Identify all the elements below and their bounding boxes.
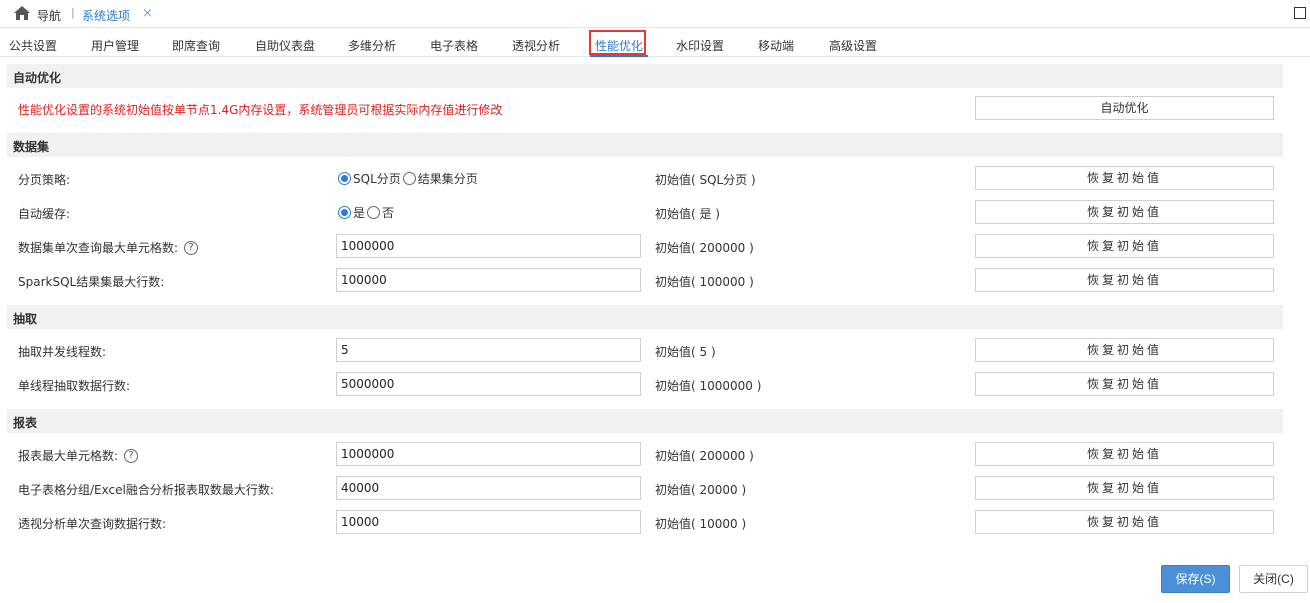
auto-cache-label: 自动缓存: (18, 207, 71, 221)
dataset-max-cells-init-value: 初始值( 200000 ) (655, 241, 754, 255)
active-tab-underline (590, 55, 648, 57)
pivot-rows-restore-button[interactable]: 恢复初始值 (975, 510, 1274, 534)
report-max-cells-restore-button[interactable]: 恢复初始值 (975, 442, 1274, 466)
paging-strategy-init-value: 初始值( SQL分页 ) (655, 173, 756, 187)
extract-rows-input[interactable] (336, 372, 641, 396)
tab-multidim-analysis[interactable]: 多维分析 (348, 37, 396, 54)
extract-rows-label: 单线程抽取数据行数: (18, 379, 131, 393)
tab-adhoc-query[interactable]: 即席查询 (172, 37, 220, 54)
extract-threads-input[interactable] (336, 338, 641, 362)
pivot-rows-init-value: 初始值( 10000 ) (655, 517, 747, 531)
home-icon[interactable] (14, 6, 30, 20)
nav-title[interactable]: 导航 (37, 7, 61, 24)
report-max-cells-init-value: 初始值( 200000 ) (655, 449, 754, 463)
tab-public-settings[interactable]: 公共设置 (9, 37, 57, 54)
excel-max-rows-label: 电子表格分组/Excel融合分析报表取数最大行数: (18, 483, 274, 497)
tab-pivot-analysis[interactable]: 透视分析 (512, 37, 560, 54)
tab-self-dashboard[interactable]: 自助仪表盘 (255, 37, 315, 54)
report-max-cells-input[interactable] (336, 442, 641, 466)
dataset-max-cells-input[interactable] (336, 234, 641, 258)
extract-threads-restore-button[interactable]: 恢复初始值 (975, 338, 1274, 362)
top-nav-bar: 导航 | 系统选项 × (0, 0, 1310, 28)
radio-cache-no[interactable] (367, 206, 381, 219)
spark-max-rows-init-value: 初始值( 100000 ) (655, 275, 754, 289)
radio-cache-no-label[interactable]: 否 (382, 204, 394, 221)
close-button[interactable]: 关闭(C) (1239, 565, 1308, 593)
radio-sql-paging[interactable] (338, 172, 351, 185)
dataset-max-cells-label-row: 数据集单次查询最大单元格数: ? (18, 239, 199, 256)
maximize-icon[interactable] (1294, 7, 1306, 19)
pivot-rows-label: 透视分析单次查询数据行数: (18, 517, 167, 531)
excel-max-rows-init-value: 初始值( 20000 ) (655, 483, 747, 497)
pivot-rows-input[interactable] (336, 510, 641, 534)
radio-cache-yes-label[interactable]: 是 (353, 204, 365, 221)
active-tab-highlight-box (589, 30, 646, 55)
settings-tabs: 公共设置 用户管理 即席查询 自助仪表盘 多维分析 电子表格 透视分析 性能优化… (0, 29, 1310, 57)
extract-rows-init-value: 初始值( 1000000 ) (655, 379, 762, 393)
paging-strategy-radio-group: SQL分页 结果集分页 (338, 170, 480, 187)
report-max-cells-label: 报表最大单元格数: (18, 449, 119, 463)
extract-rows-restore-button[interactable]: 恢复初始值 (975, 372, 1274, 396)
report-max-cells-label-row: 报表最大单元格数: ? (18, 447, 139, 464)
tab-user-management[interactable]: 用户管理 (91, 37, 139, 54)
tab-spreadsheet[interactable]: 电子表格 (430, 37, 478, 54)
tab-watermark-settings[interactable]: 水印设置 (676, 37, 724, 54)
nav-tab-system-options[interactable]: 系统选项 (82, 7, 130, 24)
dataset-max-cells-label: 数据集单次查询最大单元格数: (18, 241, 179, 255)
extract-threads-init-value: 初始值( 5 ) (655, 345, 716, 359)
auto-cache-init-value: 初始值( 是 ) (655, 207, 720, 221)
nav-separator: | (71, 6, 75, 19)
radio-resultset-paging-label[interactable]: 结果集分页 (418, 170, 478, 187)
section-header-report: 报表 (7, 409, 1283, 433)
auto-optimize-button[interactable]: 自动优化 (975, 96, 1274, 120)
radio-sql-paging-label[interactable]: SQL分页 (353, 170, 401, 187)
spark-max-rows-input[interactable] (336, 268, 641, 292)
excel-max-rows-input[interactable] (336, 476, 641, 500)
section-header-auto-optimize: 自动优化 (7, 64, 1283, 88)
help-icon[interactable]: ? (184, 240, 199, 255)
spark-max-rows-label: SparkSQL结果集最大行数: (18, 275, 165, 289)
auto-cache-restore-button[interactable]: 恢复初始值 (975, 200, 1274, 224)
save-button[interactable]: 保存(S) (1161, 565, 1230, 593)
close-tab-icon[interactable]: × (142, 6, 153, 21)
tab-mobile[interactable]: 移动端 (758, 37, 794, 54)
auto-cache-radio-group: 是 否 (338, 204, 396, 221)
tab-advanced-settings[interactable]: 高级设置 (829, 37, 877, 54)
spark-max-rows-restore-button[interactable]: 恢复初始值 (975, 268, 1274, 292)
warning-text: 性能优化设置的系统初始值按单节点1.4G内存设置，系统管理员可根据实际内存值进行… (18, 103, 503, 117)
section-header-extract: 抽取 (7, 305, 1283, 329)
radio-cache-yes[interactable] (338, 206, 351, 219)
section-header-dataset: 数据集 (7, 133, 1283, 157)
extract-threads-label: 抽取并发线程数: (18, 345, 107, 359)
paging-strategy-label: 分页策略: (18, 173, 71, 187)
excel-max-rows-restore-button[interactable]: 恢复初始值 (975, 476, 1274, 500)
dataset-max-cells-restore-button[interactable]: 恢复初始值 (975, 234, 1274, 258)
help-icon[interactable]: ? (124, 448, 139, 463)
radio-resultset-paging[interactable] (402, 172, 416, 185)
paging-strategy-restore-button[interactable]: 恢复初始值 (975, 166, 1274, 190)
